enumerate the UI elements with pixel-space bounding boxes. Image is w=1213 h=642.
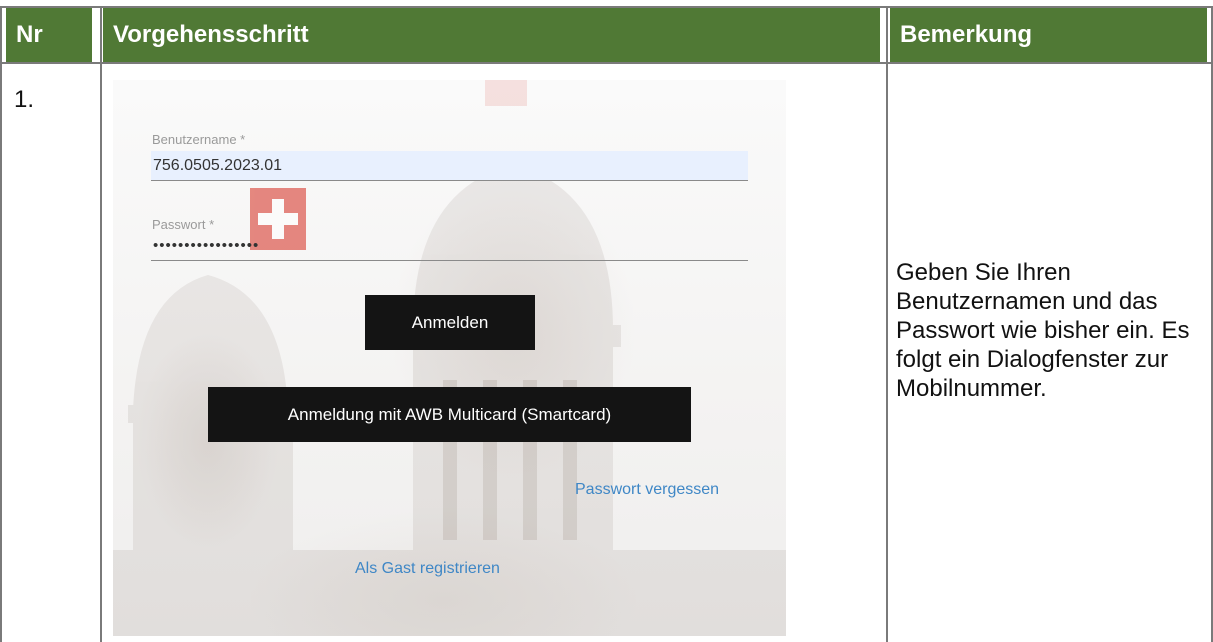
header-nr: Nr — [6, 8, 92, 62]
password-label: Passwort * — [152, 217, 215, 232]
login-screenshot: Benutzername * 756.0505.2023.01 Passwort… — [113, 80, 786, 636]
table-col-divider-2 — [886, 6, 888, 642]
row-number: 1. — [14, 86, 35, 113]
password-input[interactable]: ••••••••••••••••• — [151, 231, 748, 261]
forgot-password-link[interactable]: Passwort vergessen — [575, 481, 719, 499]
header-step: Vorgehensschritt — [103, 8, 880, 62]
table-col-divider-1 — [100, 6, 102, 642]
login-button[interactable]: Anmelden — [365, 295, 535, 350]
header-remark: Bemerkung — [890, 8, 1207, 62]
table-left-border — [0, 6, 2, 642]
table-header-border — [0, 62, 1213, 64]
remark-text: Geben Sie Ihren Benutzernamen und das Pa… — [896, 259, 1190, 402]
table-top-border — [0, 6, 1213, 8]
guest-register-link[interactable]: Als Gast registrieren — [355, 560, 500, 578]
username-input[interactable]: 756.0505.2023.01 — [151, 151, 748, 181]
username-label: Benutzername * — [152, 132, 246, 147]
smartcard-login-button[interactable]: Anmeldung mit AWB Multicard (Smartcard) — [208, 387, 691, 442]
